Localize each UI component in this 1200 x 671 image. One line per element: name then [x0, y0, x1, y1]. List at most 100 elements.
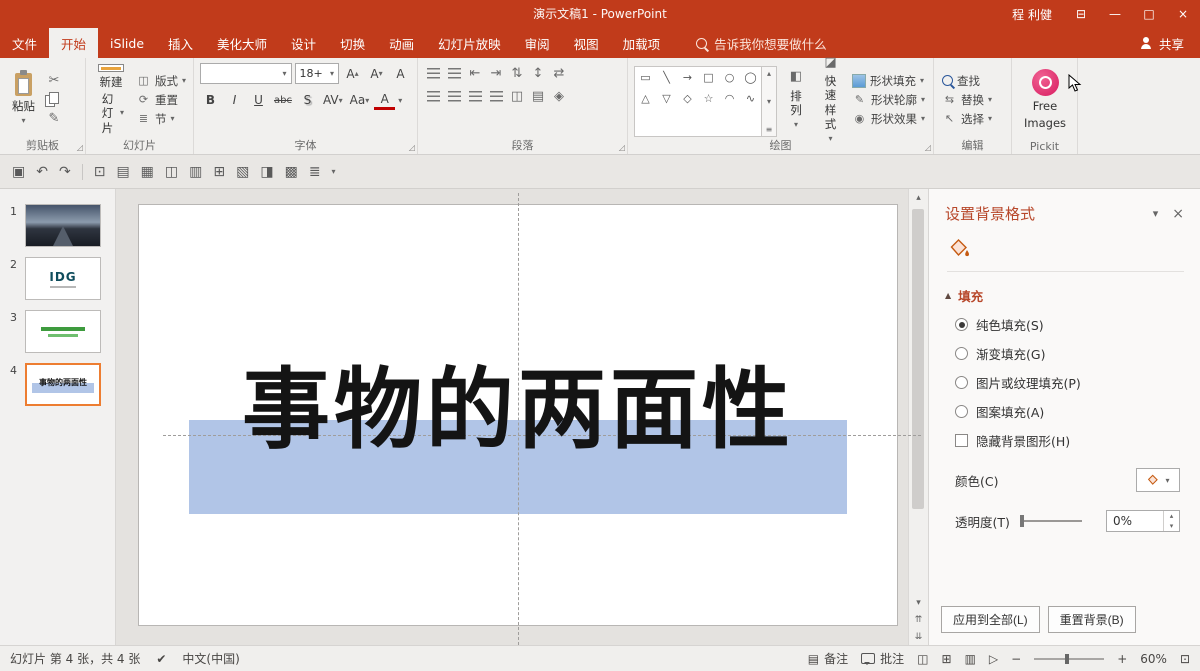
transparency-slider[interactable] [1020, 520, 1082, 522]
select-button[interactable]: ↖ 选择 ▾ [940, 111, 994, 127]
slide-3-preview[interactable] [25, 310, 101, 353]
slideshow-button[interactable]: ▷ [989, 652, 998, 666]
qat-icon[interactable]: ◨ [260, 164, 273, 180]
tab-insert[interactable]: 插入 [156, 28, 205, 58]
slide-sorter-view-button[interactable]: ⊞ [942, 652, 952, 666]
hide-background-checkbox[interactable]: 隐藏背景图形(H) [955, 431, 1184, 450]
drawing-dialog-launcher[interactable]: ◿ [925, 144, 931, 152]
tab-beautify[interactable]: 美化大师 [205, 28, 279, 58]
pattern-fill-option[interactable]: 图案填充(A) [955, 402, 1184, 421]
pane-options-icon[interactable]: ▾ [1145, 207, 1167, 220]
comments-toggle[interactable]: 批注 [861, 650, 904, 667]
shape-cell[interactable]: ∿ [740, 88, 761, 109]
shape-cell[interactable]: → [677, 67, 698, 88]
change-case-button[interactable]: Aa ▾ [348, 92, 372, 109]
shape-effects-button[interactable]: ◉ 形状效果 ▾ [850, 111, 927, 127]
indent-decrease-icon[interactable]: ⇤ [466, 65, 484, 82]
clear-formatting-button[interactable]: A [390, 65, 411, 82]
font-dialog-launcher[interactable]: ◿ [409, 144, 415, 152]
picture-fill-option[interactable]: 图片或纹理填充(P) [955, 373, 1184, 392]
qat-icon[interactable]: ▤ [116, 164, 129, 180]
clipboard-dialog-launcher[interactable]: ◿ [77, 144, 83, 152]
font-color-button[interactable]: A [374, 90, 395, 110]
tab-transitions[interactable]: 切换 [328, 28, 377, 58]
shape-cell[interactable]: ○ [719, 67, 740, 88]
fit-to-window-button[interactable]: ⊡ [1180, 652, 1190, 666]
zoom-slider[interactable] [1034, 658, 1104, 660]
radio-icon[interactable] [955, 405, 968, 418]
radio-icon[interactable] [955, 347, 968, 360]
section-button[interactable]: ≣ 节 ▾ [134, 111, 188, 127]
next-slide-icon[interactable]: ⇊ [909, 628, 928, 645]
numbering-icon[interactable] [445, 65, 463, 82]
zoom-slider-handle[interactable] [1065, 654, 1069, 664]
replace-button[interactable]: ⇆ 替换 ▾ [940, 92, 994, 108]
text-direction-icon[interactable]: ⇄ [550, 65, 568, 82]
cut-icon[interactable]: ✂ [45, 72, 63, 89]
gallery-more-icon[interactable]: ≡ [766, 125, 773, 134]
pane-close-icon[interactable]: × [1166, 206, 1184, 222]
convert-smartart-icon[interactable]: ◈ [550, 88, 568, 105]
shape-cell[interactable]: □ [698, 67, 719, 88]
quick-styles-button[interactable]: ◪ 快速样式 ▾ [815, 62, 846, 137]
minimize-button[interactable]: — [1098, 0, 1132, 28]
maximize-button[interactable]: □ [1132, 0, 1166, 28]
radio-icon[interactable] [955, 376, 968, 389]
tab-design[interactable]: 设计 [279, 28, 328, 58]
slide-thumbnail-1[interactable]: 1 [0, 199, 115, 252]
format-painter-icon[interactable]: ✎ [45, 110, 63, 127]
checkbox-icon[interactable] [955, 434, 968, 447]
share-button[interactable]: 共享 [1124, 28, 1200, 58]
tab-view[interactable]: 视图 [562, 28, 611, 58]
tab-review[interactable]: 审阅 [513, 28, 562, 58]
undo-icon[interactable]: ↶ [36, 164, 48, 180]
shape-cell[interactable]: ◯ [740, 67, 761, 88]
tab-islide[interactable]: iSlide [98, 28, 156, 58]
line-spacing-icon[interactable]: ↕ [529, 65, 547, 82]
slide-1-preview[interactable] [25, 204, 101, 247]
slide-thumbnail-4[interactable]: 4 事物的两面性 [0, 358, 115, 411]
align-text-icon[interactable]: ▤ [529, 88, 547, 105]
vertical-scrollbar[interactable]: ▴ ▾ ⇈ ⇊ [908, 189, 928, 645]
close-button[interactable]: × [1166, 0, 1200, 28]
shape-cell[interactable]: ◇ [677, 88, 698, 109]
gallery-scroll-up-icon[interactable]: ▴ [767, 69, 771, 78]
shape-cell[interactable]: ╲ [656, 67, 677, 88]
tab-slideshow[interactable]: 幻灯片放映 [426, 28, 513, 58]
solid-fill-option[interactable]: 纯色填充(S) [955, 315, 1184, 334]
fill-bucket-icon[interactable] [947, 236, 971, 260]
tab-animations[interactable]: 动画 [377, 28, 426, 58]
previous-slide-icon[interactable]: ⇈ [909, 611, 928, 628]
slider-handle[interactable] [1020, 515, 1024, 527]
shapes-gallery[interactable]: ▭ ╲ → □ ○ ◯ △ ▽ ◇ ☆ ◠ ∿ [634, 66, 762, 137]
spin-down-icon[interactable]: ▾ [1164, 521, 1179, 531]
zoom-out-button[interactable]: − [1011, 652, 1021, 666]
gradient-fill-option[interactable]: 渐变填充(G) [955, 344, 1184, 363]
reset-button[interactable]: ⟳ 重置 [134, 92, 188, 108]
shape-outline-button[interactable]: ✎ 形状轮廓 ▾ [850, 92, 927, 108]
color-dropdown-button[interactable]: ▾ [1136, 468, 1180, 492]
shape-cell[interactable]: ☆ [698, 88, 719, 109]
zoom-percentage[interactable]: 60% [1140, 652, 1167, 666]
free-images-button[interactable]: Free Images [1018, 62, 1072, 137]
radio-selected-icon[interactable] [955, 318, 968, 331]
arrange-button[interactable]: ◧ 排列 ▾ [781, 62, 811, 137]
text-shadow-button[interactable]: S [297, 92, 318, 109]
justify-icon[interactable] [487, 88, 505, 105]
gallery-scroll-down-icon[interactable]: ▾ [767, 97, 771, 106]
text-spacing-icon[interactable]: ⇅ [508, 65, 526, 82]
strikethrough-button[interactable]: abc [272, 92, 294, 109]
font-name-combobox[interactable]: ▾ [200, 63, 292, 84]
shape-fill-button[interactable]: 形状填充 ▾ [850, 73, 927, 89]
underline-button[interactable]: U [248, 92, 269, 109]
tab-addins[interactable]: 加载项 [611, 28, 673, 58]
bold-button[interactable]: B [200, 92, 221, 109]
slide-4-preview[interactable]: 事物的两面性 [25, 363, 101, 406]
shape-cell[interactable]: ◠ [719, 88, 740, 109]
qat-customize-icon[interactable]: ▾ [332, 167, 336, 176]
shape-cell[interactable]: ▭ [635, 67, 656, 88]
tab-home[interactable]: 开始 [49, 28, 98, 58]
layout-button[interactable]: ◫ 版式 ▾ [134, 73, 188, 89]
slide-2-preview[interactable]: IDG [25, 257, 101, 300]
apply-to-all-button[interactable]: 应用到全部(L) [941, 606, 1040, 633]
